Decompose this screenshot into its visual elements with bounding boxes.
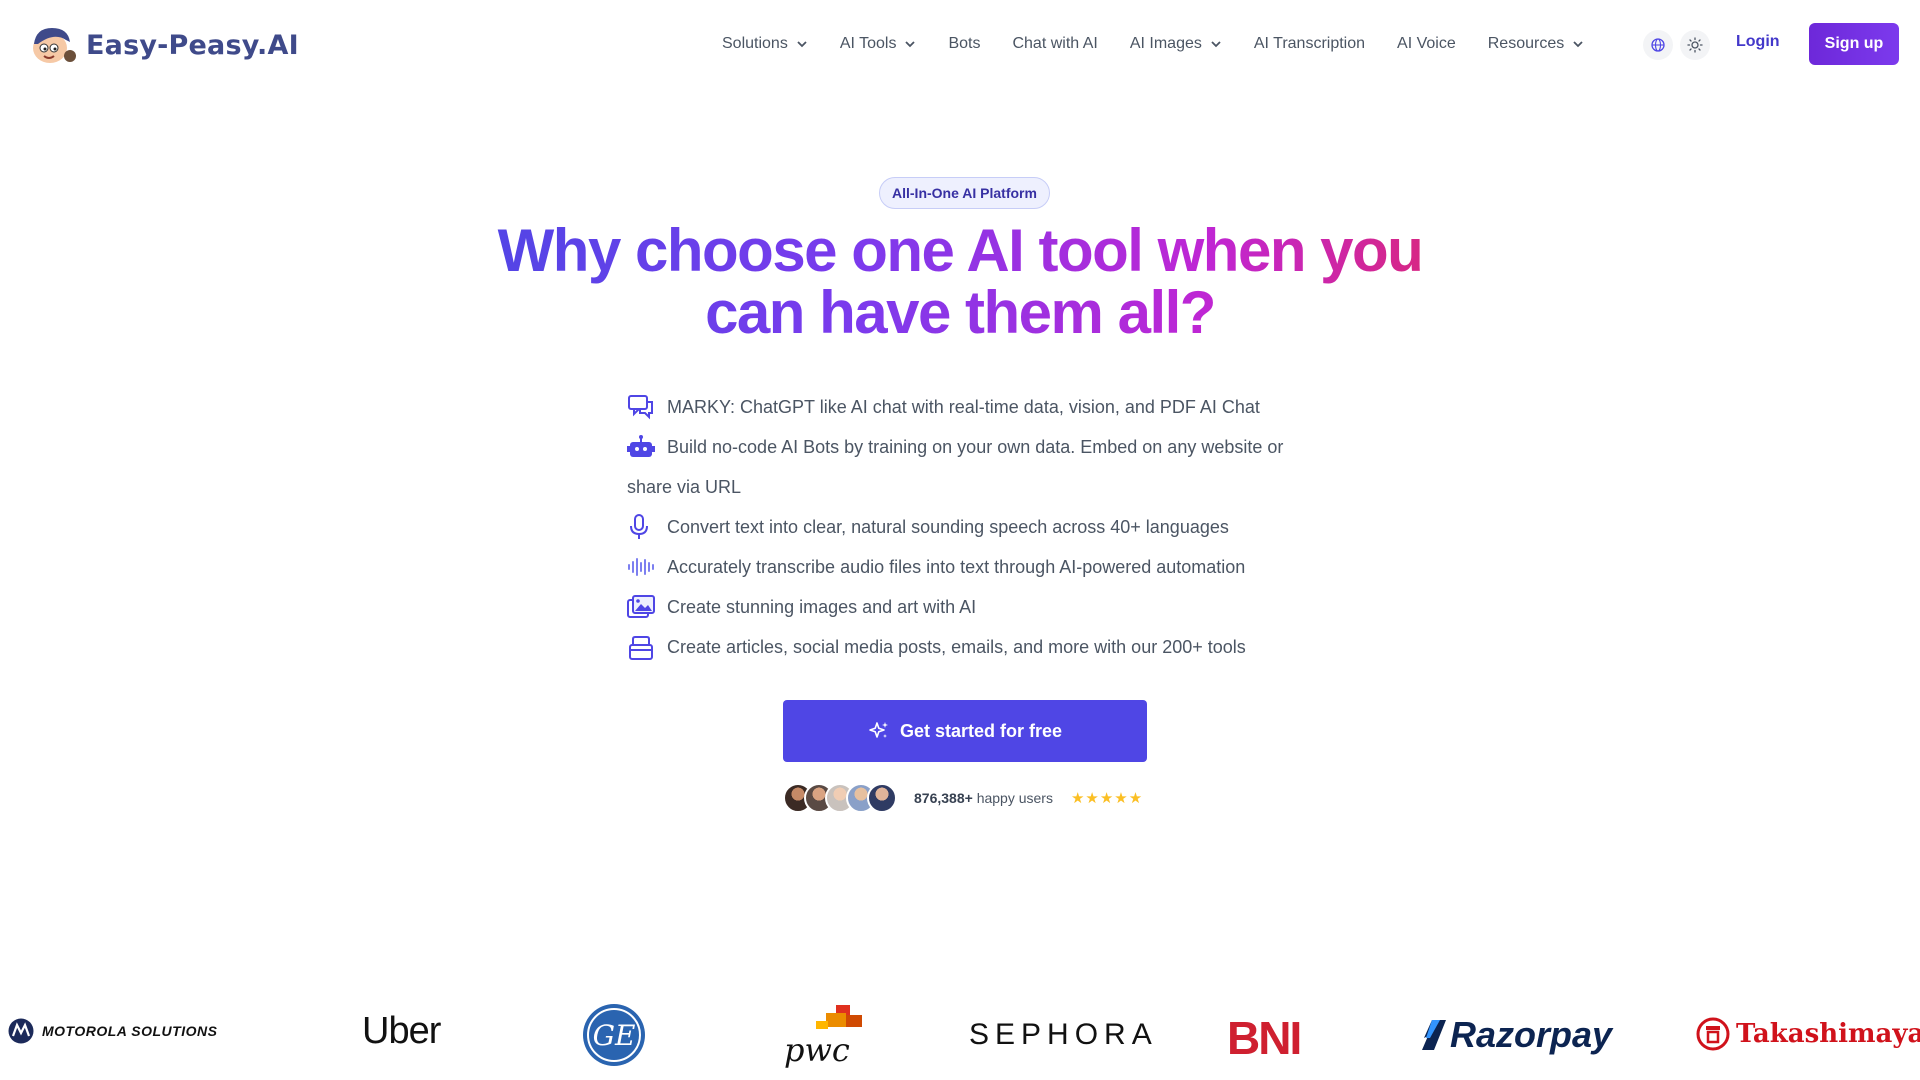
get-started-button[interactable]: Get started for free bbox=[783, 700, 1147, 762]
nav-ai-transcription-label: AI Transcription bbox=[1253, 35, 1366, 52]
chevron-down-icon bbox=[905, 41, 916, 48]
nav-resources[interactable]: Resources bbox=[1488, 35, 1584, 53]
ge-icon: GE bbox=[583, 1004, 645, 1066]
motorola-icon bbox=[8, 1018, 34, 1044]
takashimaya-icon bbox=[1696, 1017, 1730, 1051]
nav-ai-tools[interactable]: AI Tools bbox=[840, 35, 917, 53]
logo-ge-text: GE bbox=[593, 1019, 636, 1052]
logo-sephora-text: SEPHORA bbox=[969, 1018, 1158, 1051]
logo-uber-text: Uber bbox=[362, 1010, 441, 1052]
logo-motorola: MOTOROLA SOLUTIONS bbox=[8, 1018, 217, 1044]
microphone-icon bbox=[627, 507, 657, 547]
language-button[interactable] bbox=[1643, 30, 1673, 60]
signup-button[interactable]: Sign up bbox=[1809, 23, 1899, 65]
users-label: happy users bbox=[976, 790, 1053, 806]
nav-solutions-label: Solutions bbox=[722, 35, 788, 52]
logo-uber: Uber bbox=[362, 1010, 441, 1053]
logo-motorola-text: MOTOROLA SOLUTIONS bbox=[42, 1023, 218, 1039]
brand-name: Easy-Peasy.AI bbox=[86, 29, 299, 61]
users-count: 876,388+ bbox=[914, 790, 973, 806]
logo-sephora: SEPHORA bbox=[969, 1018, 1158, 1052]
robot-icon bbox=[627, 427, 657, 467]
nav-bots-label: Bots bbox=[948, 35, 981, 52]
get-started-label: Get started for free bbox=[899, 720, 1063, 741]
logo-razorpay: Razorpay bbox=[1420, 1014, 1612, 1056]
feature-list: MARKY: ChatGPT like AI chat with real-ti… bbox=[627, 387, 1297, 667]
nav-chat-with-ai[interactable]: Chat with AI bbox=[1012, 35, 1097, 53]
social-proof: 876,388+ happy users ★★★★★ bbox=[783, 782, 1143, 814]
login-link[interactable]: Login bbox=[1736, 33, 1780, 51]
platform-badge: All-In-One AI Platform bbox=[879, 177, 1050, 209]
top-nav: Easy-Peasy.AI Solutions AI Tools Bots Ch… bbox=[0, 0, 1920, 88]
nav-ai-images[interactable]: AI Images bbox=[1130, 35, 1222, 53]
nav-bots[interactable]: Bots bbox=[948, 35, 980, 53]
customer-logos: MOTOROLA SOLUTIONS Uber GE pwc SEPHORA B… bbox=[0, 1003, 1920, 1080]
globe-icon bbox=[1651, 38, 1665, 52]
nav-ai-images-label: AI Images bbox=[1129, 35, 1202, 52]
logo-pwc: pwc bbox=[784, 1003, 866, 1069]
chevron-down-icon bbox=[1211, 41, 1221, 48]
nav-ai-transcription[interactable]: AI Transcription bbox=[1254, 35, 1365, 53]
feature-text: MARKY: ChatGPT like AI chat with real-ti… bbox=[667, 397, 1260, 417]
feature-item: Create articles, social media posts, ema… bbox=[627, 627, 1297, 667]
rating-stars: ★★★★★ bbox=[1070, 790, 1144, 807]
nav-solutions[interactable]: Solutions bbox=[722, 35, 808, 53]
nav-ai-tools-label: AI Tools bbox=[839, 35, 897, 52]
images-icon bbox=[627, 587, 657, 627]
feature-text: Create articles, social media posts, ema… bbox=[667, 637, 1246, 657]
feature-text: Build no-code AI Bots by training on you… bbox=[627, 437, 1284, 497]
feature-item: Build no-code AI Bots by training on you… bbox=[627, 427, 1297, 507]
chevron-down-icon bbox=[797, 41, 807, 48]
feature-item: Create stunning images and art with AI bbox=[627, 587, 1297, 627]
feature-item: Convert text into clear, natural soundin… bbox=[627, 507, 1297, 547]
sun-icon bbox=[1687, 37, 1703, 53]
feature-text: Create stunning images and art with AI bbox=[667, 597, 977, 617]
nav-ai-voice-label: AI Voice bbox=[1397, 35, 1456, 52]
mascot-logo-icon bbox=[33, 28, 76, 63]
logo-bni-text: BNI bbox=[1227, 1012, 1302, 1064]
sparkles-icon bbox=[869, 722, 888, 738]
nav-ai-voice[interactable]: AI Voice bbox=[1397, 35, 1456, 53]
feature-item: MARKY: ChatGPT like AI chat with real-ti… bbox=[627, 387, 1297, 427]
chat-bubbles-icon bbox=[627, 387, 657, 427]
logo-ge: GE bbox=[582, 1003, 646, 1067]
brand-logo[interactable]: Easy-Peasy.AI bbox=[30, 24, 299, 66]
chevron-down-icon bbox=[1573, 41, 1583, 48]
logo-bni: BNI bbox=[1227, 1011, 1302, 1065]
hero-headline: Why choose one AI tool when you can have… bbox=[460, 220, 1460, 344]
nav-resources-label: Resources bbox=[1487, 35, 1565, 52]
logo-takashimaya: Takashimaya bbox=[1696, 1017, 1920, 1051]
feature-text: Accurately transcribe audio files into t… bbox=[667, 557, 1246, 577]
stack-icon bbox=[627, 627, 657, 667]
razorpay-icon bbox=[1422, 1020, 1446, 1050]
users-count-text: 876,388+ happy users bbox=[914, 790, 1053, 806]
logo-takashimaya-text: Takashimaya bbox=[1736, 1019, 1920, 1049]
waveform-icon bbox=[627, 547, 657, 587]
feature-item: Accurately transcribe audio files into t… bbox=[627, 547, 1297, 587]
theme-toggle-button[interactable] bbox=[1680, 30, 1710, 60]
avatar bbox=[867, 783, 897, 813]
user-avatars bbox=[783, 783, 897, 813]
logo-pwc-text: pwc bbox=[784, 1031, 850, 1069]
nav-chat-with-ai-label: Chat with AI bbox=[1012, 35, 1098, 52]
logo-razorpay-text: Razorpay bbox=[1450, 1014, 1613, 1055]
main-menu: Solutions AI Tools Bots Chat with AI AI … bbox=[722, 33, 1616, 55]
feature-text: Convert text into clear, natural soundin… bbox=[667, 517, 1229, 537]
